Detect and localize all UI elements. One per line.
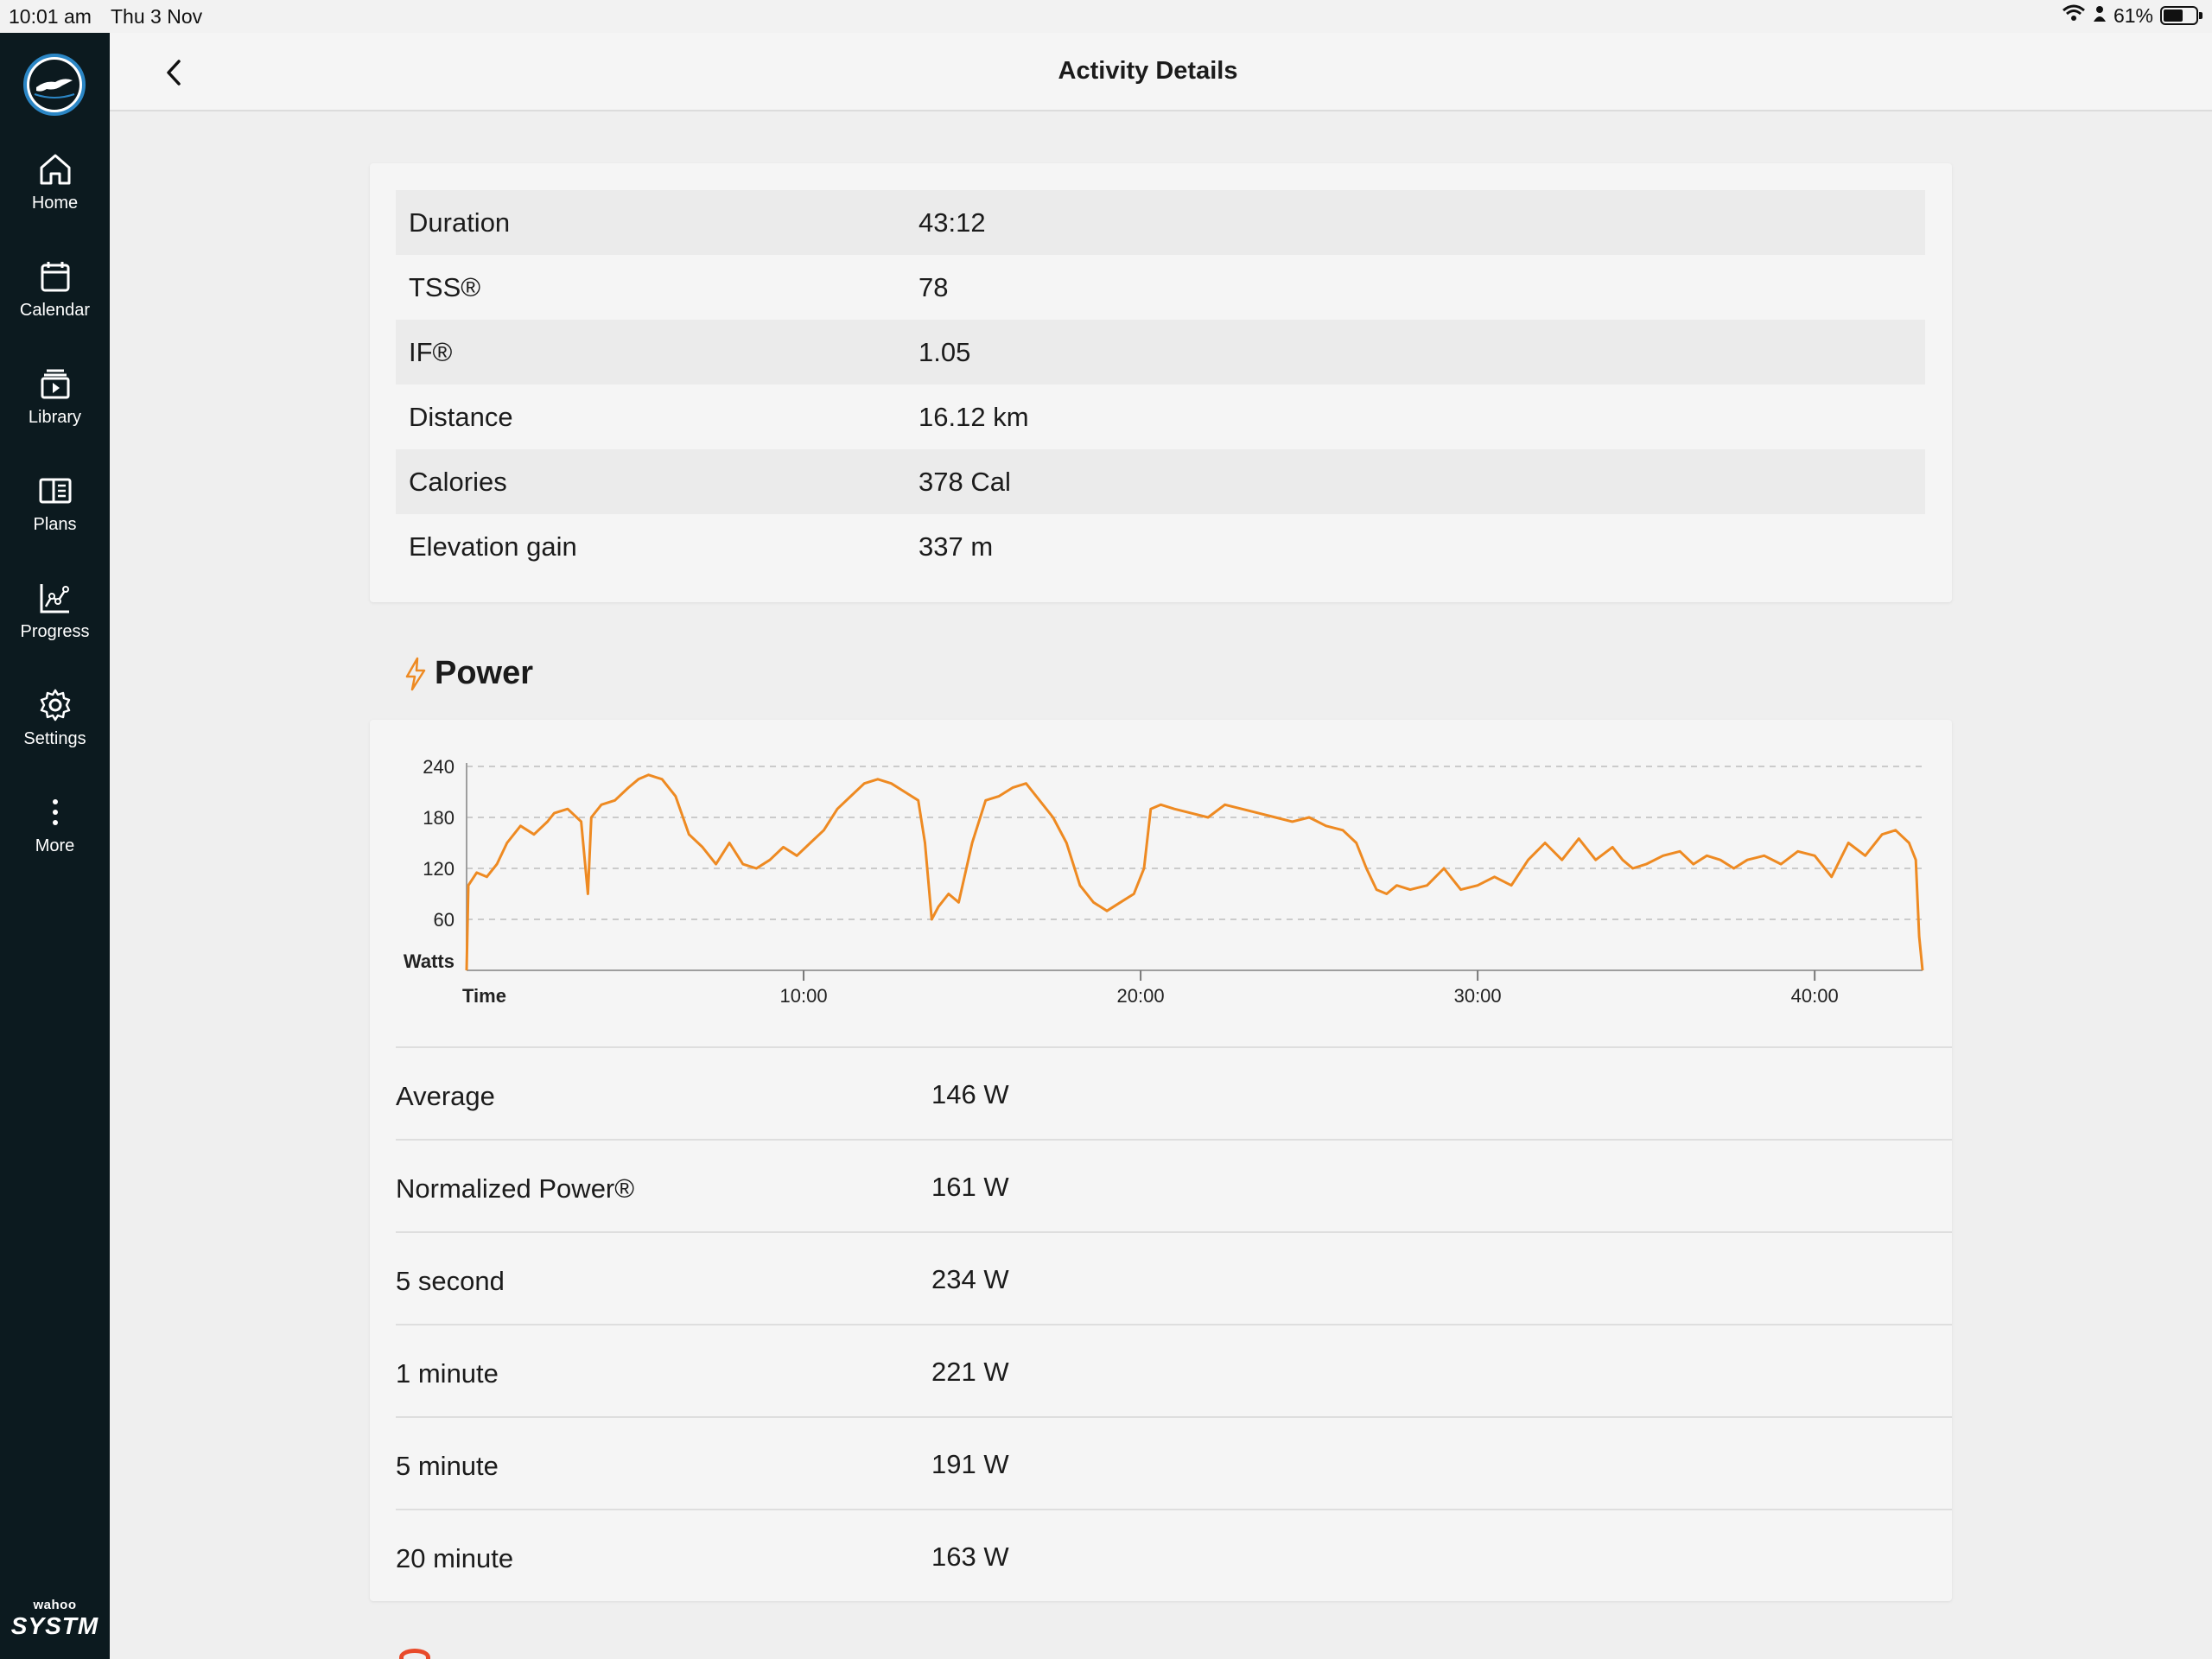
sidebar-item-label: More bbox=[35, 836, 75, 855]
summary-value: 1.05 bbox=[918, 336, 971, 367]
y-tick-label: 120 bbox=[423, 858, 454, 880]
power-stat-label: 20 minute bbox=[396, 1543, 514, 1573]
power-stat-label: Normalized Power® bbox=[396, 1173, 635, 1204]
status-bar: 10:01 am Thu 3 Nov 61% bbox=[0, 0, 2212, 33]
summary-label: TSS® bbox=[409, 271, 481, 302]
power-stat-value: 191 W bbox=[931, 1449, 1009, 1479]
power-stat-value: 146 W bbox=[931, 1079, 1009, 1109]
power-stat-value: 163 W bbox=[931, 1541, 1009, 1572]
gear-icon bbox=[40, 689, 70, 721]
page-header: Activity Details bbox=[110, 33, 2212, 111]
summary-row-if: IF® 1.05 bbox=[396, 320, 1925, 385]
summary-label: Elevation gain bbox=[409, 531, 577, 562]
summary-row-distance: Distance 16.12 km bbox=[396, 385, 1925, 449]
power-stat-value: 161 W bbox=[931, 1172, 1009, 1202]
x-tick-label: 10:00 bbox=[780, 985, 828, 1007]
x-tick-label: 20:00 bbox=[1117, 985, 1165, 1007]
battery-fill bbox=[2164, 10, 2183, 22]
status-time: 10:01 am bbox=[9, 5, 92, 28]
power-section-heading: Power bbox=[402, 655, 533, 692]
summary-row-tss: TSS® 78 bbox=[396, 255, 1925, 320]
sidebar: Home Calendar Library Plans Progress Set… bbox=[0, 33, 110, 1659]
sidebar-item-label: Settings bbox=[23, 729, 86, 748]
y-tick-label: 240 bbox=[423, 756, 454, 778]
library-icon bbox=[41, 369, 69, 399]
power-stat-label: Average bbox=[396, 1081, 495, 1111]
power-heading-label: Power bbox=[435, 655, 534, 691]
brand-small: wahoo bbox=[33, 1598, 77, 1612]
wahoo-logo[interactable] bbox=[23, 54, 86, 116]
status-right: 61% bbox=[2062, 3, 2202, 28]
power-chart[interactable]: 60 120 180 240 10:00 20:00 30:00 40:00 Watts Time bbox=[370, 720, 1952, 1057]
power-stat-1-minute: 1 minute 221 W bbox=[396, 1324, 1952, 1416]
power-series-line bbox=[465, 773, 1924, 971]
y-tick-label: 180 bbox=[423, 807, 454, 829]
summary-row-duration: Duration 43:12 bbox=[396, 190, 1925, 255]
sidebar-item-label: Progress bbox=[20, 622, 90, 641]
sidebar-item-label: Library bbox=[28, 408, 82, 427]
summary-value: 43:12 bbox=[918, 207, 986, 238]
sidebar-item-calendar[interactable]: Calendar bbox=[0, 257, 110, 321]
sidebar-item-settings[interactable]: Settings bbox=[0, 686, 110, 749]
next-section-icon bbox=[399, 1649, 430, 1659]
sidebar-item-label: Home bbox=[31, 194, 79, 213]
calendar-icon bbox=[41, 262, 69, 292]
power-stat-value: 234 W bbox=[931, 1264, 1009, 1294]
summary-value: 378 Cal bbox=[918, 466, 1011, 497]
summary-value: 78 bbox=[918, 271, 949, 302]
battery-icon bbox=[2160, 6, 2202, 25]
summary-label: IF® bbox=[409, 336, 453, 367]
summary-label: Distance bbox=[409, 401, 513, 432]
power-stat-label: 5 second bbox=[396, 1266, 505, 1296]
brand-big: SYSTM bbox=[10, 1612, 99, 1639]
summary-row-calories: Calories 378 Cal bbox=[396, 449, 1925, 514]
power-stat-value: 221 W bbox=[931, 1357, 1009, 1387]
page-title: Activity Details bbox=[1058, 57, 1238, 85]
home-icon bbox=[40, 154, 70, 185]
sidebar-item-plans[interactable]: Plans bbox=[0, 472, 110, 535]
summary-label: Duration bbox=[409, 207, 511, 238]
status-date: Thu 3 Nov bbox=[111, 5, 203, 28]
plans-icon bbox=[39, 478, 71, 504]
x-tick-label: 30:00 bbox=[1454, 985, 1502, 1007]
sidebar-item-label: Plans bbox=[33, 515, 77, 534]
summary-card: Duration 43:12 TSS® 78 IF® 1.05 Distance… bbox=[370, 163, 1952, 602]
power-stat-label: 5 minute bbox=[396, 1451, 499, 1481]
sidebar-item-home[interactable]: Home bbox=[0, 150, 110, 213]
summary-value: 16.12 km bbox=[918, 401, 1029, 432]
power-stat-5-minute: 5 minute 191 W bbox=[396, 1416, 1952, 1509]
wifi-icon bbox=[2062, 3, 2086, 28]
sidebar-item-progress[interactable]: Progress bbox=[0, 579, 110, 642]
power-stat-label: 1 minute bbox=[396, 1358, 499, 1389]
systm-brand-logo: wahoo SYSTM bbox=[0, 1598, 110, 1640]
power-stat-normalized: Normalized Power® 161 W bbox=[396, 1139, 1952, 1231]
y-axis-label: Watts bbox=[404, 950, 454, 972]
summary-row-elevation: Elevation gain 337 m bbox=[396, 514, 1925, 579]
summary-label: Calories bbox=[409, 466, 507, 497]
sidebar-item-more[interactable]: More bbox=[0, 793, 110, 856]
y-tick-label: 60 bbox=[434, 909, 454, 931]
power-stat-average: Average 146 W bbox=[396, 1046, 1952, 1139]
person-icon bbox=[2093, 4, 2107, 28]
x-axis-label: Time bbox=[462, 985, 506, 1007]
progress-icon bbox=[40, 584, 69, 613]
lightning-icon bbox=[405, 657, 426, 690]
sidebar-item-label: Calendar bbox=[19, 301, 91, 320]
sidebar-item-library[interactable]: Library bbox=[0, 365, 110, 428]
more-icon bbox=[52, 799, 58, 825]
x-tick-label: 40:00 bbox=[1791, 985, 1839, 1007]
logo-emblem bbox=[29, 60, 79, 110]
summary-value: 337 m bbox=[918, 531, 994, 562]
power-stat-20-minute: 20 minute 163 W bbox=[396, 1509, 1952, 1601]
power-stat-5-second: 5 second 234 W bbox=[396, 1231, 1952, 1324]
battery-percent: 61% bbox=[2113, 3, 2153, 27]
power-card: 60 120 180 240 10:00 20:00 30:00 40:00 Watts Time… bbox=[370, 720, 1952, 1601]
